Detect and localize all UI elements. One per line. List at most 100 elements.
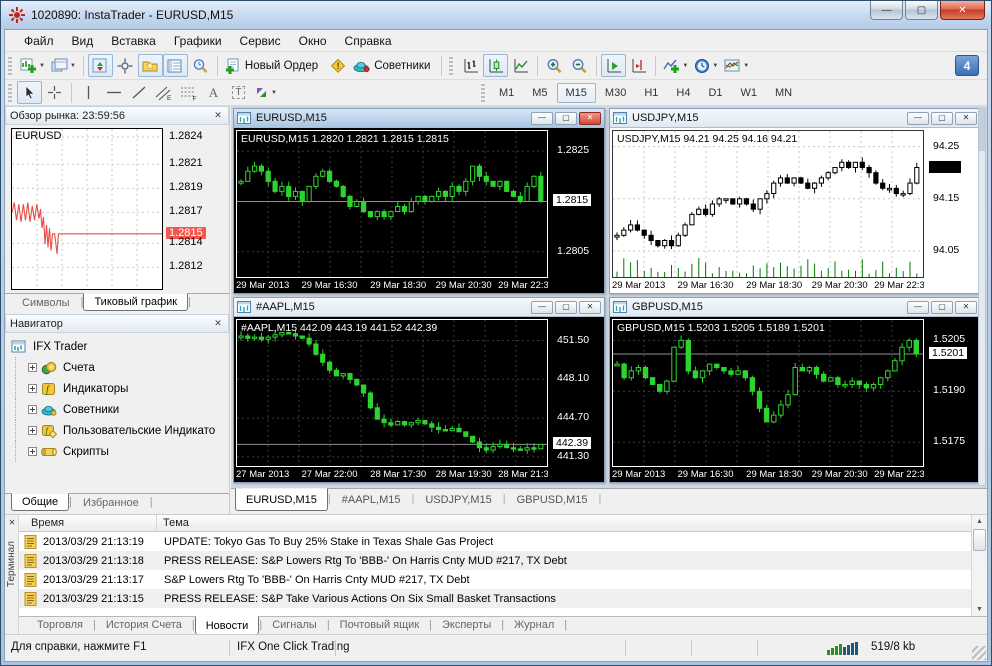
expand-plus-icon[interactable] [28,363,37,372]
column-time[interactable]: Время [19,515,157,531]
chart-time-axis[interactable]: 27 Mar 2013 27 Mar 22:00 28 Mar 17:30 28 Ma… [236,469,548,482]
comments-badge[interactable]: 4 [955,55,979,76]
indicators-button[interactable]: ▼ [660,54,691,77]
status-one-click-trading[interactable]: IFX One Click Trading [237,641,349,653]
close-icon[interactable]: ✕ [212,318,224,329]
chart-time-axis[interactable]: 29 Mar 2013 29 Mar 16:30 29 Mar 18:30 29 Ma… [612,469,924,482]
data-window-button[interactable] [113,54,138,77]
chart-time-axis[interactable]: 29 Mar 2013 29 Mar 16:30 29 Mar 18:30 29 Ma… [612,280,924,293]
news-scrollbar[interactable]: ▲ ▼ [971,515,987,616]
terminal-tab-2[interactable]: Новости [194,616,260,635]
resize-grip[interactable] [972,646,986,660]
timeframe-button-m1[interactable]: M1 [490,83,523,103]
window-titlebar[interactable]: 1020890: InstaTrader - EURUSD,M15 — ▢ ✕ [1,1,991,29]
expand-plus-icon[interactable] [28,384,37,393]
cursor-tool-button[interactable] [17,81,42,104]
minimize-button[interactable]: — [870,1,903,20]
news-row[interactable]: 2013/03/29 21:13:18 PRESS RELEASE: S&P Lo… [19,551,971,570]
news-row[interactable]: 2013/03/29 21:13:15 PRESS RELEASE: S&P Ta… [19,589,971,608]
chart-minimize-button[interactable]: — [531,111,553,125]
news-row[interactable]: 2013/03/29 21:13:19 UPDATE: Tokyo Gas To … [19,532,971,551]
expand-plus-icon[interactable] [28,447,37,456]
timeframe-button-m30[interactable]: M30 [596,83,635,103]
menu-item-4[interactable]: Сервис [231,31,290,51]
chart-minimize-button[interactable]: — [531,300,553,314]
timeframe-button-m15[interactable]: M15 [556,82,596,103]
close-icon[interactable]: ✕ [212,110,224,121]
scrollbar-thumb[interactable] [973,529,986,551]
chart-minimize-button[interactable]: — [907,111,929,125]
chart-maximize-button[interactable]: ▢ [555,111,577,125]
scroll-up-icon[interactable]: ▲ [972,515,987,528]
chart-price-scale[interactable]: 1.2825 1.2815 1.2805 [551,130,604,278]
profiles-button[interactable]: ▼ [48,54,79,77]
auto-scroll-button[interactable] [601,54,627,77]
terminal-close-icon[interactable]: ✕ [6,517,18,529]
crosshair-tool-button[interactable] [42,81,67,104]
scroll-down-icon[interactable]: ▼ [972,603,987,616]
arrows-tool-button[interactable]: ▼ [251,81,280,104]
navigator-header[interactable]: Навигатор ✕ [5,314,229,333]
terminal-tab-5[interactable]: Эксперты [432,617,501,633]
templates-button[interactable]: ▼ [721,54,752,77]
warning-button[interactable]: ! [325,54,350,77]
timeframe-button-m5[interactable]: M5 [523,83,556,103]
chart-maximize-button[interactable]: ▢ [555,300,577,314]
chart-close-button[interactable]: ✕ [955,300,977,314]
candlestick-chart-button[interactable] [483,54,509,77]
navigator-item-accounts[interactable]: Счета [11,357,229,378]
tick-chart[interactable]: EURUSD [11,128,163,290]
horizontal-line-tool-button[interactable] [101,81,126,104]
timeframe-button-w1[interactable]: W1 [732,83,767,103]
menu-item-0[interactable]: Файл [15,31,63,51]
market-watch-toggle-button[interactable] [87,54,113,77]
chart-time-axis[interactable]: 29 Mar 2013 29 Mar 16:30 29 Mar 18:30 29 Ma… [236,280,548,293]
timeframe-button-h1[interactable]: H1 [635,83,667,103]
chart-plot-area[interactable]: GBPUSD,M15 1.5203 1.5205 1.5189 1.5201 [612,319,924,467]
new-chart-button[interactable]: ▼ [17,54,48,77]
terminal-tab-1[interactable]: История Счета [96,617,192,633]
scrollbar-thumb[interactable] [979,109,985,151]
chart-plot-area[interactable]: USDJPY,M15 94.21 94.25 94.16 94.21 [612,130,924,278]
market-watch-header[interactable]: Обзор рынка: 23:59:56 ✕ [5,106,229,125]
chart-window-gbpusd[interactable]: GBPUSD,M15 — ▢ ✕ GBPUSD,M15 1.5203 1.5205 1.… [609,297,981,483]
text-tool-button[interactable]: A [201,81,226,104]
chart-window-usdjpy[interactable]: USDJPY,M15 — ▢ ✕ USDJPY,M15 94.21 94.25 94.1… [609,108,981,294]
line-chart-button[interactable] [508,54,533,77]
chart-tab-3[interactable]: GBPUSD,M15 [506,489,599,511]
terminal-toggle-button[interactable] [162,54,188,77]
close-button[interactable]: ✕ [940,1,985,20]
chart-tab-0[interactable]: EURUSD,M15 [235,488,328,511]
menu-item-2[interactable]: Вставка [102,31,165,51]
trendline-tool-button[interactable] [126,81,151,104]
menu-item-3[interactable]: Графики [165,31,231,51]
navigator-item-custom[interactable]: f Пользовательские Индикато [11,420,229,441]
chart-price-scale[interactable]: 1.5205 1.5201 1.5190 1.5175 [927,319,980,467]
chart-close-button[interactable]: ✕ [955,111,977,125]
toolbar-grip[interactable] [480,83,485,102]
terminal-tab-4[interactable]: Почтовый ящик [330,617,429,633]
zoom-out-button[interactable] [567,54,592,77]
navigator-item-experts[interactable]: Советники [11,399,229,420]
navigator-tab-1[interactable]: Избранное [72,494,150,512]
news-row[interactable]: 2013/03/29 21:13:17 S&P Lowers Rtg To 'BB… [19,570,971,589]
fibonacci-tool-button[interactable]: F [176,81,201,104]
toolbar-grip[interactable] [449,56,454,75]
chart-tab-2[interactable]: USDJPY,M15 [414,489,502,511]
chart-window-titlebar[interactable]: GBPUSD,M15 — ▢ ✕ [610,298,980,317]
menu-item-5[interactable]: Окно [290,31,336,51]
menu-item-6[interactable]: Справка [336,31,401,51]
toolbar-grip[interactable] [8,56,12,75]
news-table-header[interactable]: Время Тема [19,515,971,532]
chart-minimize-button[interactable]: — [907,300,929,314]
navigator-toggle-button[interactable] [137,54,163,77]
chart-window-titlebar[interactable]: USDJPY,M15 — ▢ ✕ [610,109,980,128]
chart-window-eurusd[interactable]: EURUSD,M15 — ▢ ✕ EURUSD,M15 1.2820 1.2821 1.… [233,108,605,294]
navigator-item-indicators[interactable]: f Индикаторы [11,378,229,399]
chart-tab-1[interactable]: #AAPL,M15 [331,489,412,511]
chart-maximize-button[interactable]: ▢ [931,300,953,314]
column-topic[interactable]: Тема [157,515,971,531]
chart-price-scale[interactable]: 94.25 94.21 94.15 94.05 [927,130,980,278]
chart-window-titlebar[interactable]: #AAPL,M15 — ▢ ✕ [234,298,604,317]
equidistant-channel-tool-button[interactable]: E [151,81,176,104]
